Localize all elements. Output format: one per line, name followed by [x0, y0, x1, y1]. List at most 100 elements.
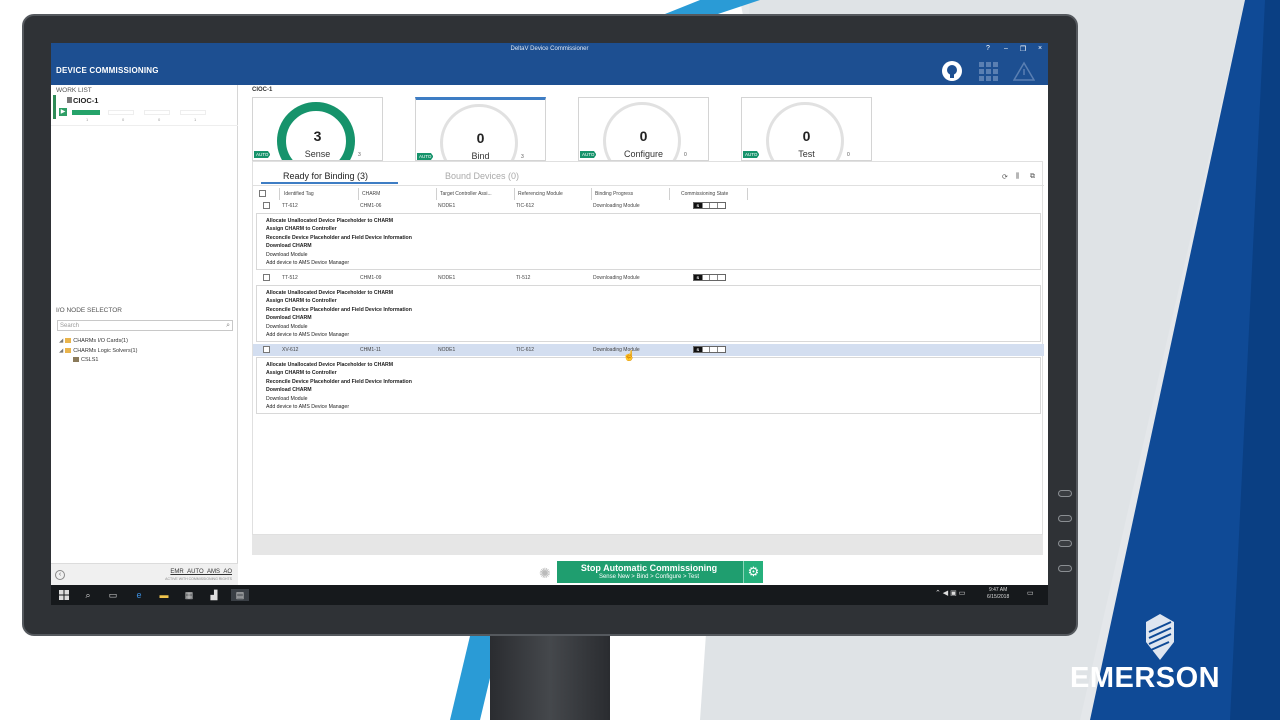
- tree-node-label: CSLS1: [81, 357, 99, 363]
- browser-icon[interactable]: e: [133, 589, 145, 601]
- stage-slot: [180, 110, 206, 115]
- tree-node-label: CHARMs I/O Cards(1): [73, 338, 128, 344]
- column-header-controller[interactable]: Target Controller Assi...: [440, 191, 492, 197]
- column-divider: [591, 188, 592, 200]
- cell-progress: Downloading Module: [593, 275, 640, 281]
- app-screen: DeltaV Device Commissioner DEVICE COMMIS…: [51, 43, 1048, 605]
- step-label: Allocate Unallocated Device Placeholder …: [266, 290, 394, 296]
- tab-ready-for-binding[interactable]: Ready for Binding (3): [283, 171, 368, 181]
- user-name[interactable]: EMR_AUTO_AMS_AO: [170, 569, 232, 575]
- step-label: Download CHARM: [266, 243, 312, 249]
- expand-icon[interactable]: ◢: [59, 348, 63, 354]
- stage-counter: 1: [194, 117, 197, 122]
- column-header-progress[interactable]: Binding Progress: [595, 191, 633, 197]
- device-commissioner-taskbar-icon[interactable]: ▤: [231, 589, 249, 601]
- cell-module: TIC-612: [516, 347, 535, 353]
- step-label: Assign CHARM to Controller: [266, 370, 337, 376]
- column-header-state[interactable]: Commissioning State: [681, 191, 728, 197]
- io-node-selector-label: I/O NODE SELECTOR: [56, 307, 122, 314]
- stage-value: 0: [802, 128, 811, 144]
- monitor-button: [1058, 565, 1072, 572]
- clock-date: 6/15/2018: [987, 594, 1010, 600]
- table-row[interactable]: TT-512 CHM1-09 NODE1 TI-512 Downloading …: [253, 272, 1044, 284]
- work-list-progress: [72, 110, 100, 115]
- step-label: Download Module: [266, 396, 308, 402]
- stage-card-sense[interactable]: 3 Sense AUTO 3: [252, 97, 383, 161]
- cell-charm: CHM1-09: [360, 275, 382, 281]
- step-label: Assign CHARM to Controller: [266, 226, 337, 232]
- column-header-module[interactable]: Referencing Module: [518, 191, 563, 197]
- app-title: DEVICE COMMISSIONING: [56, 66, 159, 75]
- stage-counter: 0: [122, 117, 125, 122]
- lightbulb-icon[interactable]: [941, 60, 963, 82]
- row-checkbox[interactable]: [263, 346, 270, 353]
- file-explorer-icon[interactable]: ▬: [158, 589, 170, 601]
- column-divider: [747, 188, 748, 200]
- select-all-checkbox[interactable]: [259, 190, 266, 197]
- row-checkbox[interactable]: [263, 274, 270, 281]
- monitor-button: [1058, 540, 1072, 547]
- help-button[interactable]: ?: [983, 45, 993, 52]
- title-bar: DeltaV Device Commissioner DEVICE COMMIS…: [51, 43, 1048, 85]
- work-list-item-name: CIOC-1: [73, 96, 99, 105]
- cell-tag: TT-612: [282, 203, 298, 209]
- state-sense: S: [694, 203, 702, 208]
- tray-icons[interactable]: ⌃ ◀ ▣ ▭: [935, 589, 965, 597]
- notification-icon[interactable]: ▭: [1027, 589, 1034, 597]
- app-icon[interactable]: ▟: [208, 589, 220, 601]
- stage-card-bind[interactable]: 0 Bind AUTO 3: [415, 97, 546, 161]
- stage-name: Test: [798, 149, 815, 159]
- monitor-stand: [490, 634, 610, 720]
- stage-card-test[interactable]: 0 Test AUTO 0: [741, 97, 872, 161]
- tree-node-charms-logic[interactable]: ◢ CHARMs Logic Solvers(1): [59, 348, 137, 354]
- minimize-button[interactable]: –: [1001, 45, 1011, 52]
- expand-icon[interactable]: ◢: [59, 338, 63, 344]
- auto-badge: AUTO: [417, 153, 434, 160]
- tree-node-csls1[interactable]: CSLS1: [73, 357, 98, 363]
- step-label: Download Module: [266, 252, 308, 258]
- task-view-icon[interactable]: ▭: [107, 589, 119, 601]
- column-header-tag[interactable]: Identified Tag: [284, 191, 314, 197]
- export-icon[interactable]: ⧉: [1030, 173, 1035, 181]
- clock[interactable]: 9:47 AM 6/15/2018: [987, 587, 1009, 601]
- restore-button[interactable]: ❐: [1018, 45, 1028, 53]
- work-list-label: WORK LIST: [56, 87, 92, 94]
- table-row[interactable]: TT-612 CHM1-06 NODE1 TIC-612 Downloading…: [253, 200, 1044, 212]
- refresh-icon[interactable]: ⟳: [1002, 173, 1008, 181]
- warning-icon[interactable]: [1013, 60, 1035, 82]
- stage-slot: [108, 110, 134, 115]
- cell-tag: XV-612: [282, 347, 299, 353]
- stage-count: 3: [358, 152, 361, 158]
- controller-icon: [67, 97, 72, 103]
- row-checkbox[interactable]: [263, 202, 270, 209]
- commissioning-state: S: [693, 274, 726, 281]
- stage-counter: 0: [158, 117, 161, 122]
- gear-icon[interactable]: ⚙: [743, 561, 763, 583]
- stage-card-configure[interactable]: 0 Configure AUTO 0: [578, 97, 709, 161]
- windows-start-icon[interactable]: [58, 589, 70, 601]
- collapse-panel-icon[interactable]: ‹: [55, 570, 65, 580]
- search-placeholder: Search: [60, 323, 80, 329]
- auto-badge: AUTO: [743, 151, 760, 158]
- work-list-item[interactable]: CIOC-1 ▶ 1 0 0 1: [53, 95, 236, 122]
- device-grid: Ready for Binding (3) Bound Devices (0) …: [252, 161, 1044, 535]
- tree-node-charms-io[interactable]: ◢ CHARMs I/O Cards(1): [59, 338, 128, 344]
- stop-automatic-commissioning-button[interactable]: Stop Automatic Commissioning Sense New >…: [557, 561, 763, 583]
- close-button[interactable]: ×: [1035, 45, 1045, 52]
- grid-icon[interactable]: [978, 60, 1000, 82]
- tab-bound-devices[interactable]: Bound Devices (0): [445, 171, 519, 181]
- cell-progress: Downloading Module: [593, 203, 640, 209]
- search-icon[interactable]: ⌕: [82, 589, 94, 601]
- column-header-charm[interactable]: CHARM: [362, 191, 380, 197]
- folder-icon: [65, 348, 72, 354]
- breadcrumb: CIOC-1: [252, 87, 273, 93]
- table-row[interactable]: XV-612 CHM1-11 NODE1 TIC-612 Downloading…: [253, 344, 1044, 356]
- columns-icon[interactable]: ⫼: [1016, 173, 1019, 181]
- node-search-input[interactable]: Search ⌕: [57, 320, 233, 331]
- step-label: Download CHARM: [266, 387, 312, 393]
- search-icon[interactable]: ⌕: [226, 321, 230, 331]
- step-label: Reconcile Device Placeholder and Field D…: [266, 307, 412, 313]
- play-icon[interactable]: ▶: [59, 108, 67, 116]
- emerson-wordmark: EMERSON: [1070, 662, 1221, 694]
- app-icon[interactable]: ▦: [183, 589, 195, 601]
